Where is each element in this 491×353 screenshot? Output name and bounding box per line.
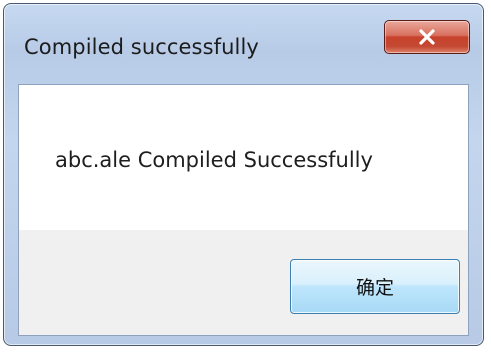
window-title: Compiled successfully xyxy=(24,35,259,59)
close-icon xyxy=(418,29,436,45)
message-text: abc.ale Compiled Successfully xyxy=(55,148,373,172)
dialog-content: abc.ale Compiled Successfully 确定 xyxy=(18,84,469,336)
ok-button[interactable]: 确定 xyxy=(290,259,460,314)
message-dialog: Compiled successfully abc.ale Compiled S… xyxy=(3,3,484,346)
title-bar[interactable]: Compiled successfully xyxy=(4,4,483,84)
message-area: abc.ale Compiled Successfully xyxy=(19,85,468,230)
close-button[interactable] xyxy=(384,20,470,54)
